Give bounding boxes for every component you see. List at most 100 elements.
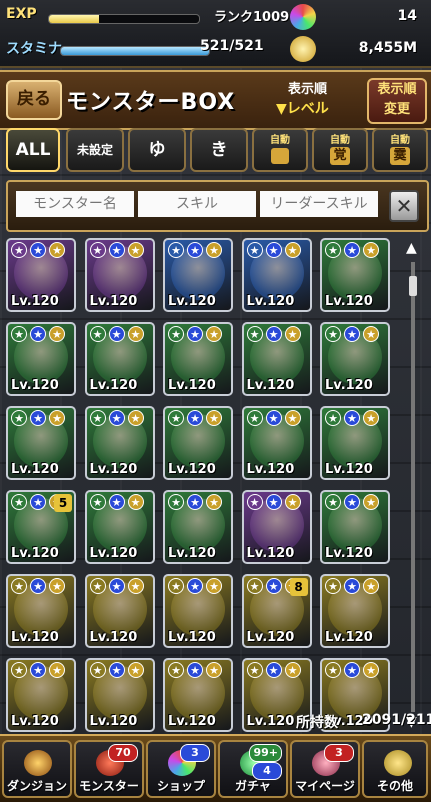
attribute-orb-icon: ★ — [168, 662, 184, 678]
stamina-label: スタミナ — [6, 41, 62, 57]
attribute-orb-icon: ★ — [265, 494, 282, 510]
monster-card[interactable]: ★ ★ ★ Lv.120 — [6, 406, 76, 480]
monster-card[interactable]: ★ ★ ★ Lv.120 — [6, 574, 76, 648]
monster-card[interactable]: ★★★8Lv.120 — [241, 574, 312, 648]
attribute-orb-icon: ★ — [284, 410, 301, 426]
filter-auto-awaken[interactable]: 自動 覚 — [312, 128, 368, 172]
attribute-orb-icon: ★ — [363, 494, 379, 510]
monster-card[interactable]: ★ ★ ★ Lv.120 — [241, 490, 312, 564]
attribute-orb-icon: ★ — [89, 578, 106, 594]
filter-ki[interactable]: き — [190, 128, 248, 172]
monster-name-input[interactable] — [16, 191, 134, 217]
monster-badge: 70 — [108, 744, 138, 762]
filter-all[interactable]: ALL — [6, 128, 60, 172]
plus-badge: 5 — [54, 494, 72, 512]
attribute-orb-icon: ★ — [325, 578, 341, 594]
monster-level: Lv.120 — [246, 714, 295, 729]
attribute-orb-icon: ★ — [187, 326, 203, 342]
monster-card[interactable]: ★ ★ ★ Lv.120 — [241, 238, 312, 312]
attribute-orb-icon: ★ — [265, 242, 282, 258]
nav-gacha[interactable]: 99+ 4 ガチャ — [218, 740, 288, 798]
monster-level: Lv.120 — [89, 546, 138, 561]
status-bar: EXP ランク1009 スタミナ 521/521 14 8,455M — [0, 0, 431, 68]
monster-card[interactable]: ★ ★ ★ Lv.120 — [84, 238, 155, 312]
attribute-orb-icon: ★ — [246, 410, 263, 426]
monster-card[interactable]: ★ ★ ★ Lv.120 — [241, 406, 312, 480]
monster-card[interactable]: ★ ★ ★ Lv.120 — [320, 406, 390, 480]
page-title: モンスターBOX — [66, 90, 236, 115]
monster-card[interactable]: ★ ★ ★ Lv.120 — [84, 406, 155, 480]
exp-label: EXP — [6, 6, 37, 22]
attribute-orb-icon: ★ — [325, 662, 341, 678]
attribute-orb-icon: ★ — [246, 578, 263, 594]
attribute-orb-icon: ★ — [187, 578, 203, 594]
sort-label: 表示順 — [288, 82, 328, 97]
monster-card[interactable]: ★ ★ ★ Lv.120 — [6, 238, 76, 312]
monster-level: Lv.120 — [89, 294, 138, 309]
nav-monster[interactable]: 70 モンスター — [74, 740, 144, 798]
scroll-up-icon[interactable]: ▲ — [406, 240, 417, 256]
attribute-orb-icon: ★ — [363, 578, 379, 594]
monster-level: Lv.120 — [11, 378, 59, 393]
monster-level: Lv.120 — [89, 630, 138, 645]
monster-card[interactable]: ★ ★ ★ Lv.120 — [320, 322, 390, 396]
attribute-orb-icon: ★ — [108, 326, 125, 342]
change-sort-button[interactable]: 表示順 変更 — [367, 78, 427, 124]
monster-card[interactable]: ★ ★ ★ Lv.120 — [163, 658, 233, 732]
close-icon[interactable]: ✕ — [389, 190, 419, 222]
monster-card[interactable]: ★★★5Lv.120 — [6, 490, 76, 564]
filter-yu[interactable]: ゆ — [128, 128, 186, 172]
nav-label: ガチャ — [235, 779, 271, 793]
scrollbar[interactable]: ▲ ▼ — [402, 240, 424, 736]
monster-card[interactable]: ★ ★ ★ Lv.120 — [6, 658, 76, 732]
monster-card[interactable]: ★ ★ ★ Lv.120 — [6, 322, 76, 396]
coin-count: 8,455M — [358, 40, 417, 56]
rank-label: ランク1009 — [214, 10, 290, 25]
nav-mypage[interactable]: 3 マイページ — [290, 740, 360, 798]
awaken-icon: 覚 — [330, 147, 350, 165]
attribute-orb-icon: ★ — [206, 662, 222, 678]
attribute-orb-icon: ★ — [108, 662, 125, 678]
monster-card[interactable]: ★ ★ ★ Lv.120 — [163, 238, 233, 312]
attribute-orb-icon: ★ — [206, 326, 222, 342]
leader-skill-input[interactable] — [260, 191, 378, 217]
monster-level: Lv.120 — [325, 546, 373, 561]
filter-auto-super[interactable]: 自動 霙 — [372, 128, 428, 172]
monster-card[interactable]: ★ ★ ★ Lv.120 — [320, 574, 390, 648]
monster-level: Lv.120 — [168, 546, 216, 561]
nav-dungeon[interactable]: ダンジョン — [2, 740, 72, 798]
nav-shop[interactable]: 3 ショップ — [146, 740, 216, 798]
attribute-orb-icon: ★ — [30, 578, 46, 594]
attribute-orb-icon: ★ — [284, 326, 301, 342]
attribute-orb-icon: ★ — [127, 494, 144, 510]
attribute-orb-icon: ★ — [11, 326, 27, 342]
skill-input[interactable] — [138, 191, 256, 217]
monster-card[interactable]: ★ ★ ★ Lv.120 — [84, 574, 155, 648]
attribute-orb-icon: ★ — [168, 410, 184, 426]
attribute-orb-icon: ★ — [168, 494, 184, 510]
monster-card[interactable]: ★ ★ ★ Lv.120 — [84, 490, 155, 564]
monster-level: Lv.120 — [11, 546, 59, 561]
sort-value[interactable]: ▼レベル — [276, 98, 329, 118]
filter-unset[interactable]: 未設定 — [66, 128, 124, 172]
attribute-orb-icon: ★ — [49, 578, 65, 594]
monster-card[interactable]: ★ ★ ★ Lv.120 — [163, 406, 233, 480]
nav-other[interactable]: その他 — [362, 740, 428, 798]
back-button[interactable]: 戻る — [6, 80, 62, 120]
monster-card[interactable]: ★ ★ ★ Lv.120 — [241, 322, 312, 396]
attribute-orb-icon: ★ — [168, 326, 184, 342]
monster-card[interactable]: ★ ★ ★ Lv.120 — [320, 238, 390, 312]
filter-auto-coin[interactable]: 自動 — [252, 128, 308, 172]
monster-card[interactable]: ★ ★ ★ Lv.120 — [163, 490, 233, 564]
nav-label: モンスター — [79, 779, 139, 793]
mypage-badge: 3 — [324, 744, 354, 762]
scroll-thumb[interactable] — [409, 276, 417, 296]
monster-card[interactable]: ★ ★ ★ Lv.120 — [320, 490, 390, 564]
stamina-bar — [60, 46, 210, 56]
monster-card[interactable]: ★ ★ ★ Lv.120 — [84, 322, 155, 396]
attribute-orb-icon: ★ — [11, 242, 27, 258]
attribute-orb-icon: ★ — [187, 662, 203, 678]
monster-card[interactable]: ★ ★ ★ Lv.120 — [84, 658, 155, 732]
monster-card[interactable]: ★ ★ ★ Lv.120 — [163, 322, 233, 396]
monster-card[interactable]: ★ ★ ★ Lv.120 — [163, 574, 233, 648]
